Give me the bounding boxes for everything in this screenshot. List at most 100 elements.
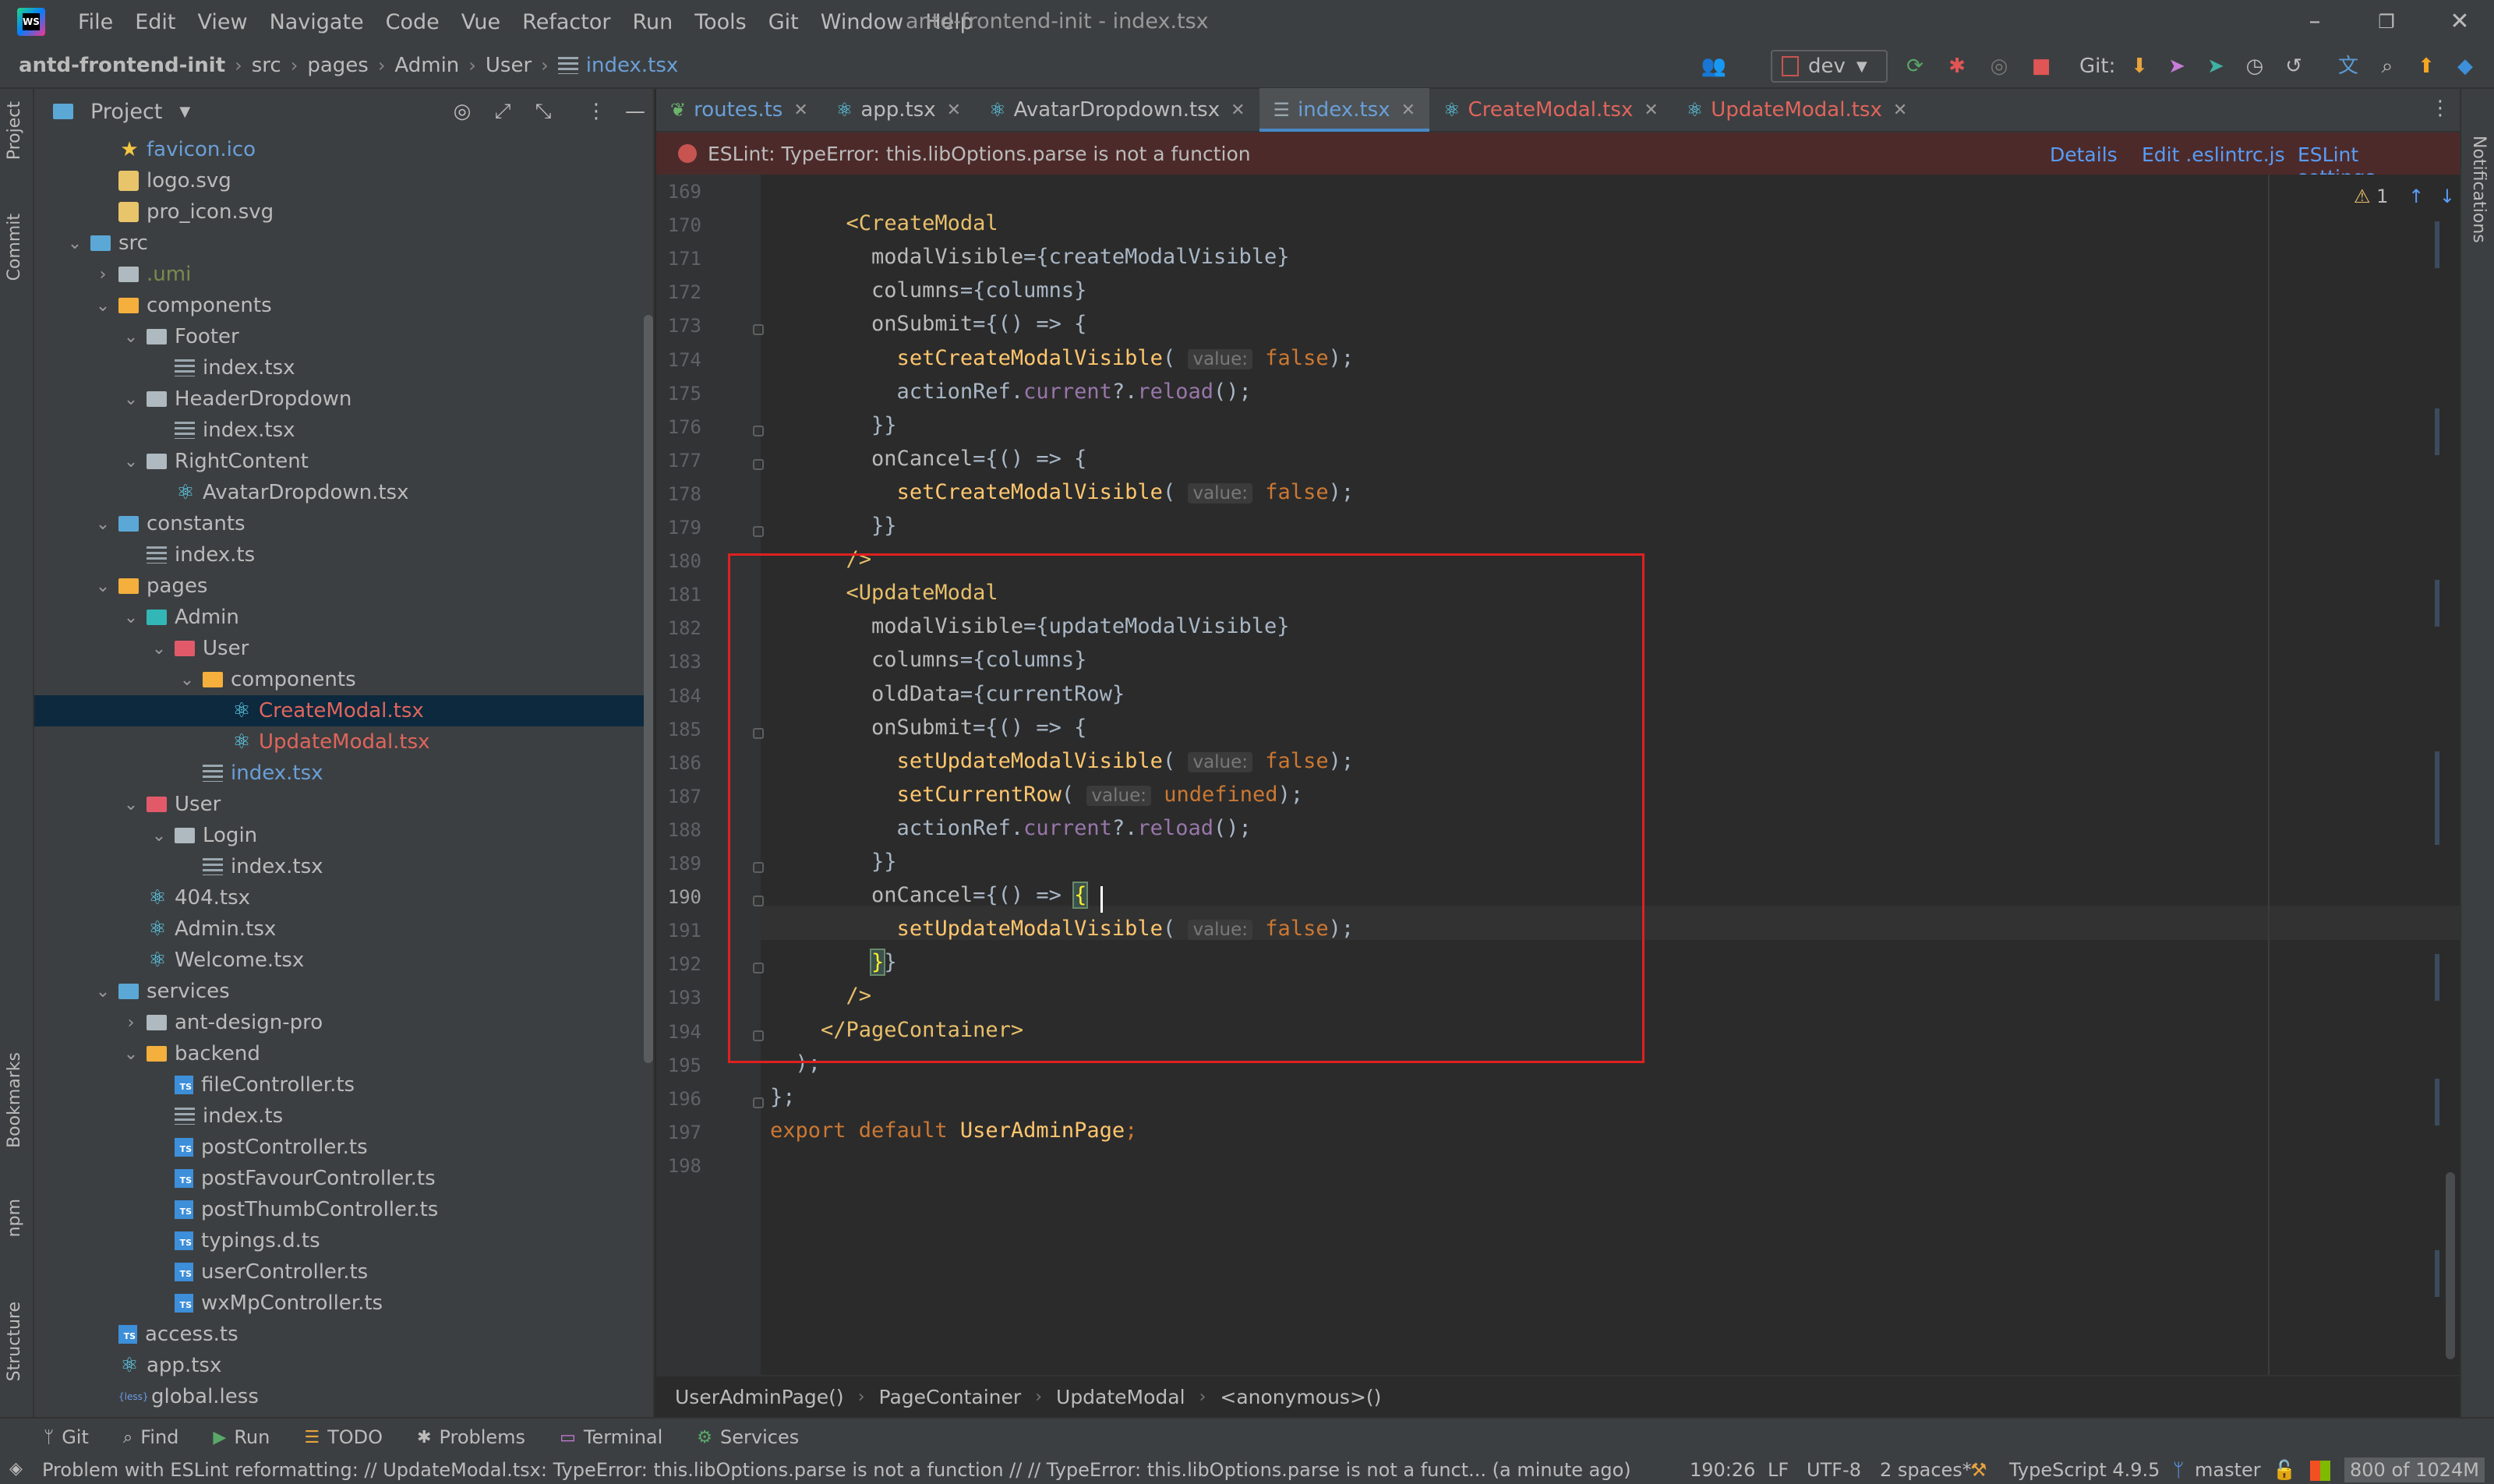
chevron-down-icon[interactable]: ⌄ [122,1044,140,1064]
fold-marker-icon[interactable] [753,324,764,336]
tree-item[interactable]: pro_icon.svg [34,196,653,228]
tree-item[interactable]: ⌄ components [34,290,653,321]
caret-position[interactable]: 190:26 [1690,1459,1755,1481]
tree-item[interactable]: logo.svg [34,165,653,196]
git-push-icon[interactable]: ➤ [2164,53,2190,80]
layers-icon[interactable]: ◈ [9,1459,23,1479]
tree-item[interactable]: › ant-design-pro [34,1007,653,1038]
status-message[interactable]: Problem with ESLint reformatting: // Upd… [42,1459,1631,1481]
code-crumb-function[interactable]: UserAdminPage() [675,1386,844,1408]
close-tab-icon[interactable]: ✕ [1231,101,1245,120]
tree-item[interactable]: TS wxMpController.ts [34,1288,653,1319]
tree-item[interactable]: TS fileController.ts [34,1069,653,1101]
editor-tab[interactable]: ⚛ CreateModal.tsx ✕ [1429,88,1673,132]
tree-item[interactable]: TS userController.ts [34,1256,653,1288]
tree-item[interactable]: index.tsx [34,851,653,882]
plugin-icon[interactable]: ◆ [2452,53,2478,80]
details-link[interactable]: Details [2050,143,2118,166]
tree-item[interactable]: ⌄ User [34,789,653,820]
chevron-down-icon[interactable]: ⌄ [94,577,112,596]
close-tab-icon[interactable]: ✕ [1401,101,1415,120]
close-tab-icon[interactable]: ✕ [1644,101,1658,120]
tree-item[interactable]: TS postThumbController.ts [34,1194,653,1225]
menu-git[interactable]: Git [758,10,810,34]
chevron-down-icon[interactable]: ⌄ [150,826,168,846]
tool-window-problems[interactable]: ✱ Problems [417,1426,525,1448]
tree-item[interactable]: ⚛ 404.tsx [34,882,653,913]
tree-item[interactable]: ⌄ backend [34,1038,653,1069]
tree-item[interactable]: index.tsx [34,352,653,383]
locate-icon[interactable]: ◎ [450,100,474,123]
tree-item[interactable]: ⚛ Welcome.tsx [34,945,653,976]
chevron-down-icon[interactable]: ⌄ [94,296,112,316]
breadcrumb-file[interactable]: index.tsx [586,54,679,77]
indent-setting[interactable]: 2 spaces* [1880,1459,1972,1481]
editor-tab[interactable]: ⚛ UpdateModal.tsx ✕ [1673,88,1922,132]
menu-vue[interactable]: Vue [450,10,511,34]
tree-item[interactable]: ⌄ components [34,664,653,695]
chevron-down-icon[interactable]: ⌄ [122,327,140,347]
line-separator[interactable]: LF [1768,1459,1789,1481]
restore-icon[interactable]: ❐ [2371,6,2402,37]
chevron-down-icon[interactable]: ⌄ [150,639,168,659]
rerun-icon[interactable]: ⟳ [1902,53,1928,80]
chevron-down-icon[interactable]: ⌄ [122,608,140,627]
tab-options-icon[interactable]: ⋮ [2430,97,2450,120]
tree-item[interactable]: ⌄ src [34,228,653,259]
update-icon[interactable]: ⬆ [2413,53,2439,80]
lock-icon[interactable]: 🔓 [2273,1459,2296,1481]
tool-tab-bookmarks[interactable]: Bookmarks [5,1052,24,1148]
chevron-down-icon[interactable]: ⌄ [122,390,140,409]
arrow-up-icon[interactable]: ↑ [2408,186,2424,207]
tree-item[interactable]: ⚛ app.tsx [34,1350,653,1381]
tool-tab-project[interactable]: Project [5,101,24,160]
tree-item[interactable]: ⚛ UpdateModal.tsx [34,726,653,758]
chevron-down-icon[interactable]: ⌄ [65,234,84,253]
breadcrumb-pages[interactable]: pages [307,54,368,77]
chevron-right-icon[interactable]: › [122,1013,140,1033]
tool-window-terminal[interactable]: ▭ Terminal [560,1426,662,1448]
tool-tab-structure[interactable]: Structure [5,1302,24,1381]
menu-code[interactable]: Code [375,10,450,34]
tool-window-run[interactable]: ▶ Run [213,1426,270,1448]
chevron-down-icon[interactable]: ⌄ [94,514,112,534]
error-stripe[interactable] [2435,175,2439,1375]
tree-item[interactable]: ⌄ Admin [34,602,653,633]
user-icon[interactable]: 👥 [1701,53,1727,80]
expand-all-icon[interactable]: ⤢ [491,100,514,123]
fold-marker-icon[interactable] [753,458,764,470]
close-tab-icon[interactable]: ✕ [1893,101,1907,120]
hide-panel-icon[interactable]: — [624,100,647,123]
run-config-select[interactable]: dev ▼ [1771,50,1888,83]
tree-item[interactable]: ⌄ RightContent [34,446,653,477]
tree-item[interactable]: ⌄ services [34,976,653,1007]
debug-icon[interactable]: ✱ [1944,53,1970,80]
tree-item[interactable]: index.ts [34,1101,653,1132]
breadcrumb-admin[interactable]: Admin [394,54,459,77]
arrow-down-icon[interactable]: ↓ [2439,186,2455,207]
file-encoding[interactable]: UTF-8 [1807,1459,1861,1481]
editor-tab[interactable]: ⚛ app.tsx ✕ [822,88,975,132]
editor-tab[interactable]: ❦ routes.ts ✕ [656,88,822,132]
tree-item[interactable]: ⚛ Admin.tsx [34,913,653,945]
fold-marker-icon[interactable] [753,425,764,436]
tool-window-git[interactable]: ᛘ Git [44,1426,89,1448]
menu-run[interactable]: Run [621,10,684,34]
tree-item[interactable]: index.tsx [34,415,653,446]
menu-edit[interactable]: Edit [124,10,186,34]
stop-icon[interactable]: ■ [2028,53,2054,80]
coverage-icon[interactable]: ◎ [1986,53,2012,80]
fold-marker-icon[interactable] [753,526,764,537]
chevron-down-icon[interactable]: ▼ [179,104,190,120]
tree-item[interactable]: › .umi [34,259,653,290]
rollback-icon[interactable]: ↺ [2280,53,2307,80]
tree-item[interactable]: {less} global.less [34,1381,653,1412]
tree-item[interactable]: TS typings.d.ts [34,1225,653,1256]
code-crumb-updatemodal[interactable]: UpdateModal [1056,1386,1185,1408]
tree-item[interactable]: ⚛ CreateModal.tsx [34,695,653,726]
tree-item[interactable]: TS access.ts [34,1319,653,1350]
menu-tools[interactable]: Tools [684,10,758,34]
tree-item[interactable]: TS postFavourController.ts [34,1163,653,1194]
code-crumb-anonymous[interactable]: <anonymous>() [1220,1386,1381,1408]
menu-file[interactable]: File [67,10,124,34]
